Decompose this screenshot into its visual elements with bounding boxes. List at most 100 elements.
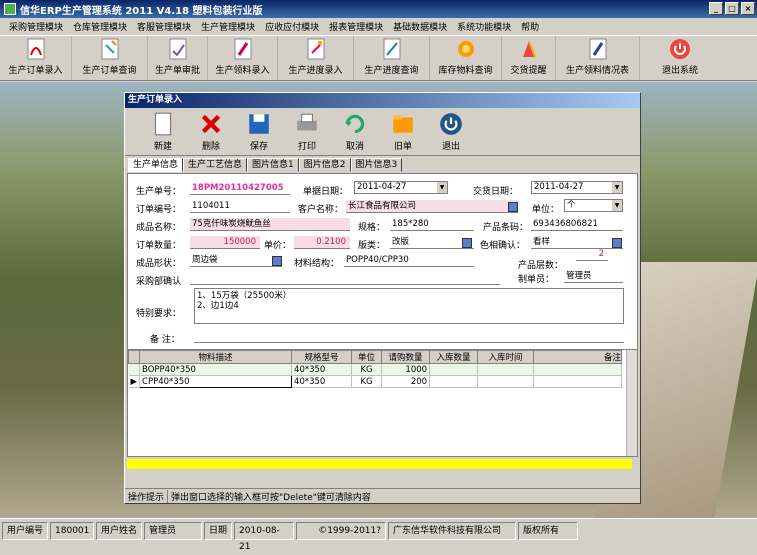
grid-cell[interactable]: [477, 375, 535, 388]
old-order-button[interactable]: 旧单: [379, 108, 427, 155]
barcode-field[interactable]: 693436806821: [531, 218, 623, 231]
color-confirm-label: 色相确认：: [480, 241, 526, 251]
table-row[interactable]: BOPP40*350 40*350 KG 1000: [128, 363, 622, 376]
grid-cell[interactable]: 40*350: [291, 375, 353, 388]
material-issue-report-button[interactable]: 生产领料情况表: [556, 36, 640, 80]
menu-purchase[interactable]: 采购管理模块: [4, 20, 68, 33]
close-button[interactable]: ×: [741, 2, 755, 15]
grid-cell[interactable]: [533, 363, 622, 376]
progress-search-icon: [383, 38, 400, 60]
grid-header-material[interactable]: 物料描述: [139, 350, 293, 364]
tab-image-1[interactable]: 图片信息1: [247, 158, 299, 172]
printer-icon: [297, 113, 317, 131]
price-label: 单价：: [264, 241, 292, 251]
remark-field[interactable]: [194, 330, 624, 343]
lookup-icon[interactable]: [462, 238, 472, 248]
grid-cell[interactable]: [477, 363, 535, 376]
lookup-icon[interactable]: [272, 256, 282, 266]
shape-field[interactable]: 周边袋: [190, 254, 282, 267]
special-requirements-field[interactable]: 1、15万袋（25500米） 2、边1边4: [194, 288, 624, 324]
document-search-icon: [101, 38, 118, 60]
order-approval-button[interactable]: 生产单审批: [148, 36, 208, 80]
copyright-text: ©1999-2011?: [296, 521, 387, 540]
maker-field[interactable]: 管理员: [564, 270, 623, 283]
tab-image-2[interactable]: 图片信息2: [298, 158, 351, 172]
order-entry-button[interactable]: 生产订单录入: [0, 36, 72, 80]
order-query-button[interactable]: 生产订单查询: [72, 36, 148, 80]
maximize-button[interactable]: □: [725, 2, 739, 15]
quantity-field[interactable]: 150000: [190, 236, 260, 249]
grid-header-request-qty[interactable]: 请购数量: [381, 350, 431, 364]
grid-cell[interactable]: BOPP40*350: [139, 363, 293, 376]
menu-basic-data[interactable]: 基础数据模块: [388, 20, 452, 33]
table-row[interactable]: ▶ CPP40*350 40*350 KG 200: [128, 375, 622, 388]
sales-no-label: 订单编号：: [136, 205, 182, 215]
grid-cell[interactable]: 200: [381, 375, 431, 388]
grid-scrollbar[interactable]: [626, 350, 637, 456]
order-no-field[interactable]: 18PM20110427005: [190, 182, 290, 195]
menu-finance[interactable]: 应收应付模块: [260, 20, 324, 33]
grid-cell[interactable]: 40*350: [291, 363, 353, 376]
chevron-down-icon[interactable]: ▼: [437, 182, 447, 193]
spec-field[interactable]: 185*280: [390, 218, 474, 231]
save-button[interactable]: 保存: [235, 108, 283, 155]
customer-field[interactable]: 长江食品有限公司: [346, 200, 518, 213]
material-issue-entry-button[interactable]: 生产领料录入: [208, 36, 278, 80]
menu-warehouse[interactable]: 仓库管理模块: [68, 20, 132, 33]
menu-reports[interactable]: 报表管理模块: [324, 20, 388, 33]
grid-cell[interactable]: [533, 375, 622, 388]
doc-date-picker[interactable]: 2011-04-27 ▼: [354, 181, 448, 194]
exit-system-button[interactable]: 退出系统: [640, 36, 720, 80]
grid-cell[interactable]: [429, 375, 479, 388]
print-button[interactable]: 打印: [283, 108, 331, 155]
minimize-button[interactable]: _: [709, 2, 723, 15]
chevron-down-icon[interactable]: ▼: [612, 182, 622, 193]
special-requirements-label: 特别要求：: [136, 309, 182, 319]
menu-help[interactable]: 帮助: [516, 20, 544, 33]
cancel-button[interactable]: 取消: [331, 108, 379, 155]
floppy-disk-icon: [249, 114, 269, 134]
progress-query-button[interactable]: 生产进度查询: [354, 36, 430, 80]
grid-header-received-time[interactable]: 入库时间: [477, 350, 535, 364]
layers-field[interactable]: 2: [576, 248, 608, 261]
sales-no-field[interactable]: 1104011: [190, 200, 290, 213]
tab-image-3[interactable]: 图片信息3: [350, 158, 403, 172]
inventory-query-button[interactable]: 库存物料查询: [430, 36, 502, 80]
delivery-reminder-button[interactable]: 交货提醒: [502, 36, 556, 80]
menu-production[interactable]: 生产管理模块: [196, 20, 260, 33]
rights-text: 版权所有: [518, 521, 579, 540]
product-field[interactable]: 75克仟味炭烧鱿鱼丝: [190, 218, 350, 231]
menu-customer-service[interactable]: 客服管理模块: [132, 20, 196, 33]
progress-entry-button[interactable]: 生产进度录入: [278, 36, 354, 80]
grid-header-remark[interactable]: 备注: [533, 350, 622, 364]
unit-select[interactable]: 个 ▼: [564, 199, 623, 212]
user-id-label: 用户编号: [2, 521, 49, 540]
maker-label: 制单员：: [518, 275, 555, 285]
hint-text: 弹出窗口选择的输入框可按"Delete"键可清除内容: [171, 492, 371, 503]
price-field[interactable]: 0.2100: [294, 236, 350, 249]
purchase-confirm-field[interactable]: [190, 272, 500, 285]
grid-cell[interactable]: KG: [351, 363, 383, 376]
chevron-down-icon[interactable]: ▼: [612, 200, 622, 211]
lookup-icon[interactable]: [508, 202, 518, 212]
grid-header-received-qty[interactable]: 入库数量: [429, 350, 479, 364]
lookup-icon[interactable]: [612, 238, 622, 248]
grid-cell[interactable]: CPP40*350: [139, 375, 293, 388]
delete-button[interactable]: 删除: [187, 108, 235, 155]
grid-header-unit[interactable]: 单位: [351, 350, 383, 364]
grid-cell[interactable]: KG: [351, 375, 383, 388]
tab-process-info[interactable]: 生产工艺信息: [183, 158, 248, 172]
structure-field[interactable]: POPP40/CPP30: [344, 254, 474, 267]
row-indicator: [128, 363, 141, 376]
grid-header-spec[interactable]: 规格型号: [291, 350, 353, 364]
tab-order-info[interactable]: 生产单信息: [128, 158, 184, 172]
delivery-date-picker[interactable]: 2011-04-27 ▼: [531, 181, 623, 194]
production-order-dialog: 生产订单录入 新建 删除 保存 打印 取消 旧单 退出 生产单信息 生产工艺信息…: [124, 92, 641, 504]
date-value: 2010-08-21: [234, 521, 295, 552]
new-button[interactable]: 新建: [139, 108, 187, 155]
menu-system[interactable]: 系统功能模块: [452, 20, 516, 33]
grid-cell[interactable]: [429, 363, 479, 376]
exit-button[interactable]: 退出: [427, 108, 475, 155]
folder-icon: [393, 115, 413, 133]
grid-cell[interactable]: 1000: [381, 363, 431, 376]
